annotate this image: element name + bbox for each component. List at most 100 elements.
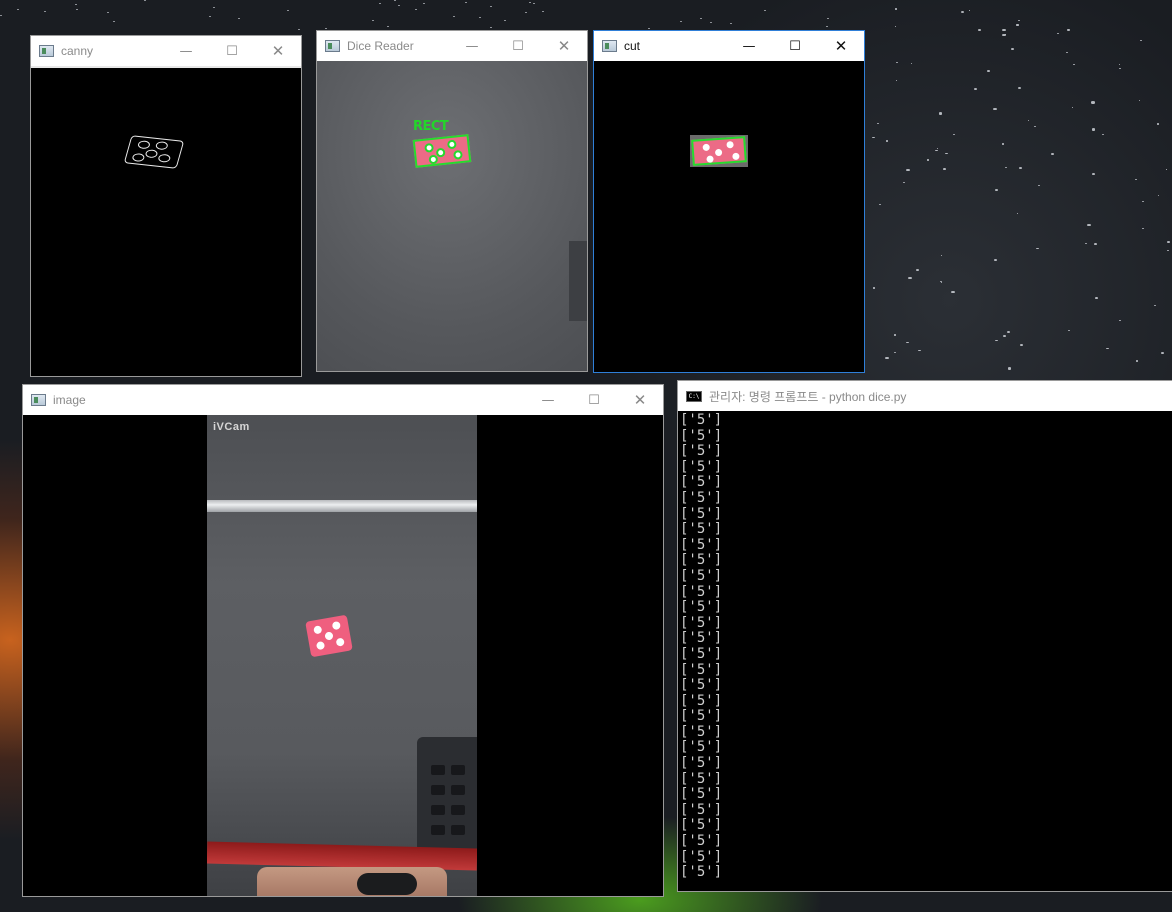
- pip: [331, 620, 341, 631]
- canny-titlebar[interactable]: canny — ☐ ✕: [31, 36, 301, 66]
- star: [1057, 32, 1060, 35]
- star: [885, 356, 889, 360]
- close-button[interactable]: ✕: [255, 36, 301, 66]
- star: [1095, 297, 1098, 299]
- close-button[interactable]: ✕: [617, 385, 663, 415]
- console-output[interactable]: ['5'] ['5'] ['5'] ['5'] ['5'] ['5'] ['5'] ['5']…: [678, 411, 1172, 891]
- star: [700, 18, 703, 20]
- star: [1001, 143, 1005, 145]
- star: [916, 268, 920, 271]
- star: [490, 27, 493, 29]
- star: [872, 287, 875, 289]
- cut-window[interactable]: cut — ☐ ✕: [593, 30, 865, 373]
- star: [1136, 360, 1139, 362]
- console-line: ['5']: [680, 552, 723, 569]
- star: [893, 333, 897, 336]
- star: [415, 9, 418, 11]
- star: [926, 159, 930, 161]
- close-button[interactable]: ✕: [818, 31, 864, 61]
- pip-outline: [154, 141, 169, 151]
- console-line: ['5']: [680, 474, 723, 491]
- console-line: ['5']: [680, 755, 723, 772]
- cropped-region: [690, 135, 748, 167]
- star: [710, 22, 713, 24]
- star: [934, 149, 938, 152]
- key: [451, 805, 465, 815]
- star: [43, 10, 46, 12]
- star: [872, 136, 875, 139]
- close-button[interactable]: ✕: [541, 31, 587, 61]
- star: [894, 7, 898, 10]
- key: [451, 785, 465, 795]
- dice-reader-titlebar[interactable]: Dice Reader — ☐ ✕: [317, 31, 587, 61]
- star: [464, 1, 467, 3]
- star: [1085, 242, 1087, 244]
- minimize-button[interactable]: —: [163, 36, 209, 66]
- dice-reader-window[interactable]: Dice Reader — ☐ ✕ RECT: [316, 30, 588, 372]
- star: [1153, 304, 1157, 307]
- star: [1091, 101, 1096, 104]
- minimize-button[interactable]: —: [525, 385, 571, 415]
- key: [431, 765, 445, 775]
- maximize-button[interactable]: ☐: [571, 385, 617, 415]
- pip: [726, 140, 734, 149]
- star: [877, 122, 880, 125]
- star: [504, 19, 507, 21]
- star: [16, 9, 19, 11]
- minimize-button[interactable]: —: [449, 31, 495, 61]
- ivcam-watermark: iVCam: [213, 421, 250, 433]
- star: [893, 351, 896, 353]
- pip-outline: [136, 140, 151, 150]
- star: [394, 0, 397, 2]
- pip: [335, 637, 345, 647]
- star: [542, 11, 545, 13]
- maximize-button[interactable]: ☐: [209, 36, 255, 66]
- console-line: ['5']: [680, 817, 723, 834]
- star: [1165, 169, 1168, 171]
- console-line: ['5']: [680, 645, 723, 662]
- console-line: ['5']: [680, 786, 723, 803]
- star: [1119, 64, 1121, 66]
- minimize-button[interactable]: —: [726, 31, 772, 61]
- command-prompt-titlebar[interactable]: C:\ 관리자: 명령 프롬프트 - python dice.py: [678, 381, 1172, 411]
- cut-image: [594, 61, 864, 372]
- maximize-button[interactable]: ☐: [772, 31, 818, 61]
- image-title: image: [53, 393, 86, 407]
- star: [729, 22, 732, 24]
- console-line: ['5']: [680, 427, 723, 444]
- star: [489, 6, 492, 8]
- image-titlebar[interactable]: image — ☐ ✕: [23, 385, 663, 415]
- canny-title: canny: [61, 44, 94, 58]
- cut-titlebar[interactable]: cut — ☐ ✕: [594, 31, 864, 61]
- image-window[interactable]: image — ☐ ✕ iVCam: [22, 384, 664, 897]
- star: [1140, 39, 1143, 42]
- star: [1002, 28, 1006, 31]
- pip: [315, 640, 326, 651]
- star: [895, 61, 898, 64]
- pip: [313, 625, 323, 635]
- opencv-window-icon: [31, 394, 46, 406]
- canny-edge-image: [31, 66, 301, 376]
- console-line: ['5']: [680, 864, 723, 881]
- star: [910, 62, 912, 64]
- image-frame: iVCam: [23, 415, 663, 896]
- star: [1073, 64, 1075, 66]
- star: [895, 79, 898, 81]
- star: [1038, 185, 1040, 187]
- star: [208, 15, 211, 17]
- pip: [446, 139, 457, 150]
- canny-window[interactable]: canny — ☐ ✕: [30, 35, 302, 377]
- star: [1065, 51, 1068, 53]
- star: [0, 14, 3, 16]
- maximize-button[interactable]: ☐: [495, 31, 541, 61]
- keyboard: [417, 737, 477, 857]
- command-prompt-window[interactable]: C:\ 관리자: 명령 프롬프트 - python dice.py ['5'][…: [677, 380, 1172, 892]
- pip: [324, 631, 334, 641]
- star: [106, 11, 109, 13]
- key: [431, 825, 445, 835]
- pip: [424, 142, 435, 153]
- cmd-icon: C:\: [686, 390, 702, 402]
- star: [1156, 123, 1159, 125]
- console-line: ['5']: [680, 692, 723, 709]
- star: [679, 21, 682, 23]
